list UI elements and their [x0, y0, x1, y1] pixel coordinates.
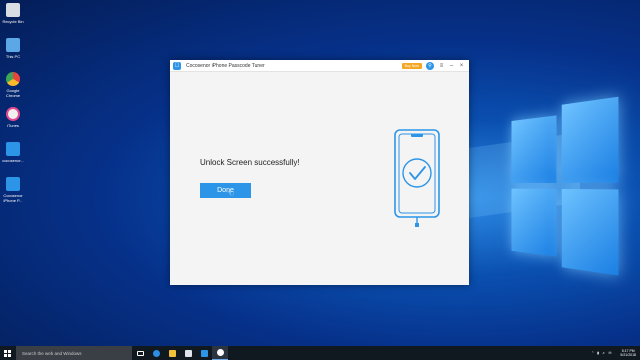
taskbar-search-box[interactable]: Search the web and Windows [16, 346, 132, 360]
folder-icon [168, 349, 176, 357]
desktop-icon-label: iTunes [7, 123, 19, 128]
app-logo-icon:  [173, 61, 181, 70]
minimize-icon[interactable]: – [447, 61, 456, 70]
desktop-icon-cocosenor[interactable]: cocosenor... [2, 142, 24, 163]
desktop-icon-label: Cocosenor iPhone P... [3, 193, 23, 203]
close-icon[interactable]: × [457, 61, 466, 70]
phone-success-illustration [393, 128, 443, 228]
taskbar-passcode-tuner[interactable] [212, 346, 228, 360]
desktop-icon-chrome[interactable]: Google Chrome [2, 72, 24, 98]
title-bar[interactable]:  Cocosenor iPhone Passcode Tuner Buy No… [170, 60, 469, 72]
key-icon[interactable]: ⚲ [426, 61, 434, 70]
system-tray: ⌃ ▮ ♬ ✉ 5:17 PM 5/21/2018 [591, 349, 640, 357]
taskbar: Search the web and Windows ⌃ ▮ ♬ ✉ 5:17 … [0, 346, 640, 360]
menu-icon[interactable]: ≡ [437, 61, 446, 70]
desktop-icon-label: cocosenor... [2, 158, 24, 163]
clock[interactable]: 5:17 PM 5/21/2018 [620, 349, 636, 357]
desktop-icon-label: This PC [5, 54, 21, 59]
cocosenor-taskbar-icon [200, 349, 208, 357]
cocosenor-icon [6, 142, 20, 156]
desktop-icon-label: Recycle Bin [2, 19, 24, 24]
store-icon [184, 349, 192, 357]
edge-icon [152, 349, 160, 357]
windows-logo-wallpaper [511, 96, 619, 276]
taskbar-edge[interactable] [148, 346, 164, 360]
tray-icons[interactable]: ⌃ ▮ ♬ ✉ [591, 351, 612, 355]
taskbar-cocosenor[interactable] [196, 346, 212, 360]
itunes-icon [6, 107, 20, 121]
passcode-tuner-taskbar-icon [216, 349, 224, 356]
task-view-icon [136, 350, 144, 356]
desktop-icon-cocosenor-iphone[interactable]: Cocosenor iPhone P... [2, 177, 24, 203]
buy-now-button[interactable]: Buy Now [401, 62, 422, 69]
start-button[interactable] [0, 346, 14, 360]
taskbar-store[interactable] [180, 346, 196, 360]
desktop-icon-recycle-bin[interactable]: Recycle Bin [2, 3, 24, 24]
windows-start-icon [3, 349, 11, 357]
phone-check-icon [394, 129, 440, 227]
desktop-icon-this-pc[interactable]: This PC [2, 38, 24, 59]
done-button[interactable]: Done [200, 183, 251, 198]
desktop-icon-label: Google Chrome [5, 88, 21, 98]
mouse-cursor-icon: ☜ [227, 189, 235, 198]
desktop-icon-itunes[interactable]: iTunes [2, 107, 24, 128]
window-title: Cocosenor iPhone Passcode Tuner [186, 62, 265, 69]
computer-icon [6, 38, 20, 52]
recycle-bin-icon [6, 3, 20, 17]
app-window:  Cocosenor iPhone Passcode Tuner Buy No… [170, 60, 469, 285]
cocosenor-iphone-icon [6, 177, 20, 191]
task-view-button[interactable] [132, 346, 148, 360]
clock-date: 5/21/2018 [620, 353, 636, 357]
chrome-icon [6, 72, 20, 86]
taskbar-file-explorer[interactable] [164, 346, 180, 360]
success-message: Unlock Screen successfully! [200, 158, 300, 167]
